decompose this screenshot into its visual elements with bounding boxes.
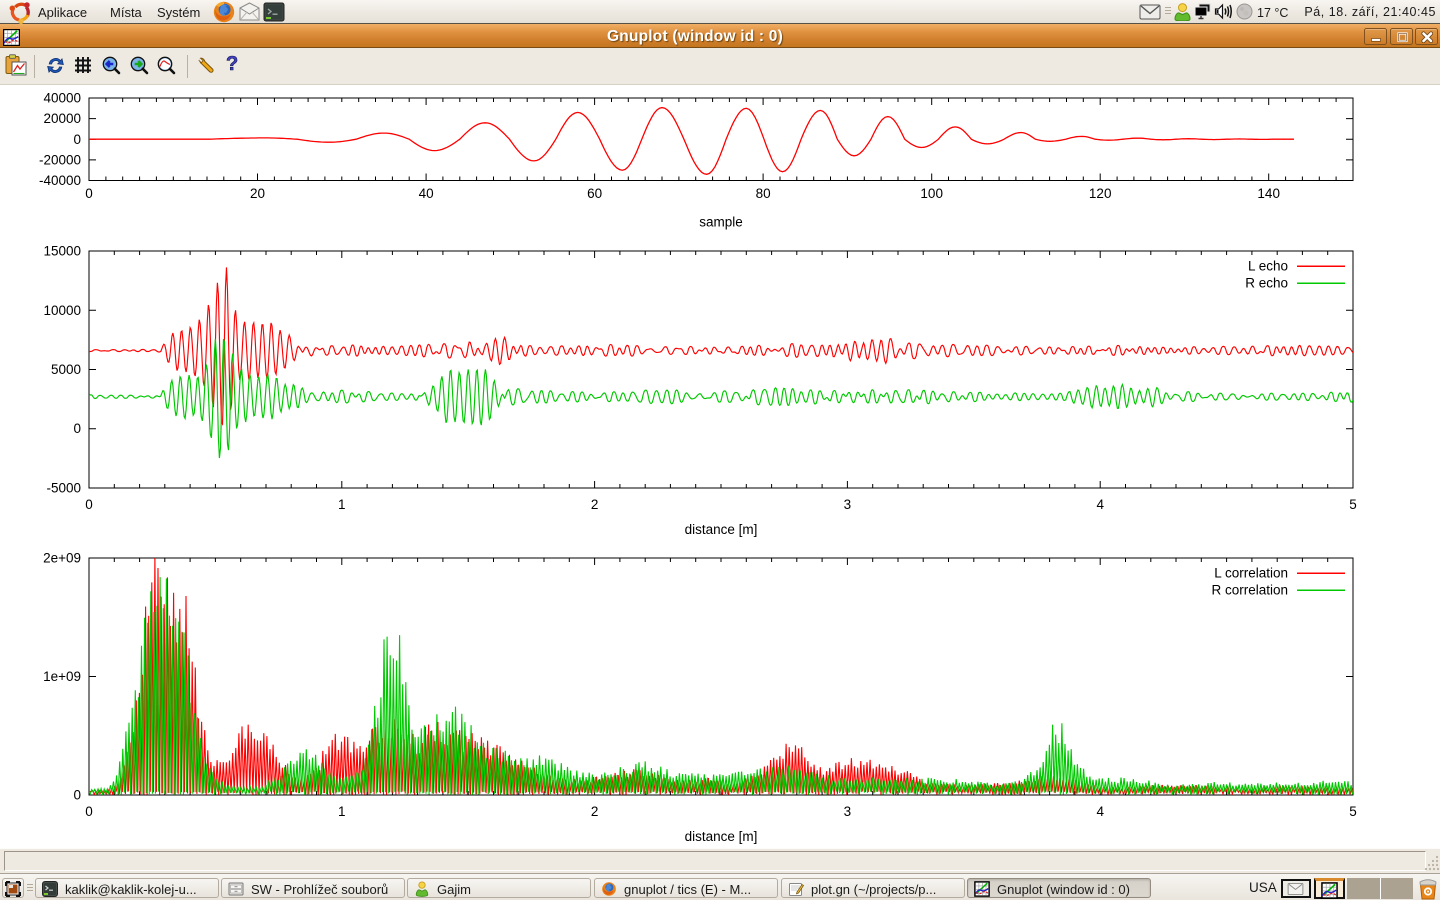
svg-text:L echo: L echo <box>1248 259 1288 274</box>
svg-text:80: 80 <box>756 186 771 201</box>
svg-text:3: 3 <box>844 497 852 512</box>
svg-text:5: 5 <box>1349 497 1357 512</box>
svg-text:distance [m]: distance [m] <box>685 829 758 844</box>
svg-text:10000: 10000 <box>43 303 81 318</box>
svg-text:40000: 40000 <box>43 91 81 106</box>
svg-text:4: 4 <box>1096 497 1104 512</box>
svg-text:20: 20 <box>250 186 265 201</box>
svg-text:40: 40 <box>419 186 434 201</box>
svg-text:L correlation: L correlation <box>1214 566 1288 581</box>
svg-text:distance [m]: distance [m] <box>685 522 758 537</box>
svg-text:-40000: -40000 <box>39 173 81 188</box>
svg-text:60: 60 <box>587 186 602 201</box>
svg-text:0: 0 <box>85 804 93 819</box>
svg-text:-20000: -20000 <box>39 152 81 167</box>
svg-text:0: 0 <box>73 132 81 147</box>
svg-text:R correlation: R correlation <box>1211 583 1288 598</box>
svg-text:0: 0 <box>85 186 93 201</box>
svg-text:4: 4 <box>1096 804 1104 819</box>
svg-text:sample: sample <box>699 215 743 230</box>
svg-text:3: 3 <box>844 804 852 819</box>
svg-text:1: 1 <box>338 804 346 819</box>
svg-text:R echo: R echo <box>1245 276 1288 291</box>
svg-text:2: 2 <box>591 497 599 512</box>
svg-text:100: 100 <box>920 186 943 201</box>
svg-text:140: 140 <box>1257 186 1280 201</box>
svg-text:1e+09: 1e+09 <box>43 669 81 684</box>
svg-text:1: 1 <box>338 497 346 512</box>
svg-text:0: 0 <box>85 497 93 512</box>
svg-text:0: 0 <box>73 788 81 803</box>
svg-text:-5000: -5000 <box>46 481 81 496</box>
svg-text:2e+09: 2e+09 <box>43 551 81 566</box>
svg-text:5: 5 <box>1349 804 1357 819</box>
svg-text:120: 120 <box>1089 186 1112 201</box>
svg-text:15000: 15000 <box>43 244 81 259</box>
svg-text:5000: 5000 <box>51 362 81 377</box>
svg-text:2: 2 <box>591 804 599 819</box>
svg-text:20000: 20000 <box>43 111 81 126</box>
svg-text:0: 0 <box>73 421 81 436</box>
